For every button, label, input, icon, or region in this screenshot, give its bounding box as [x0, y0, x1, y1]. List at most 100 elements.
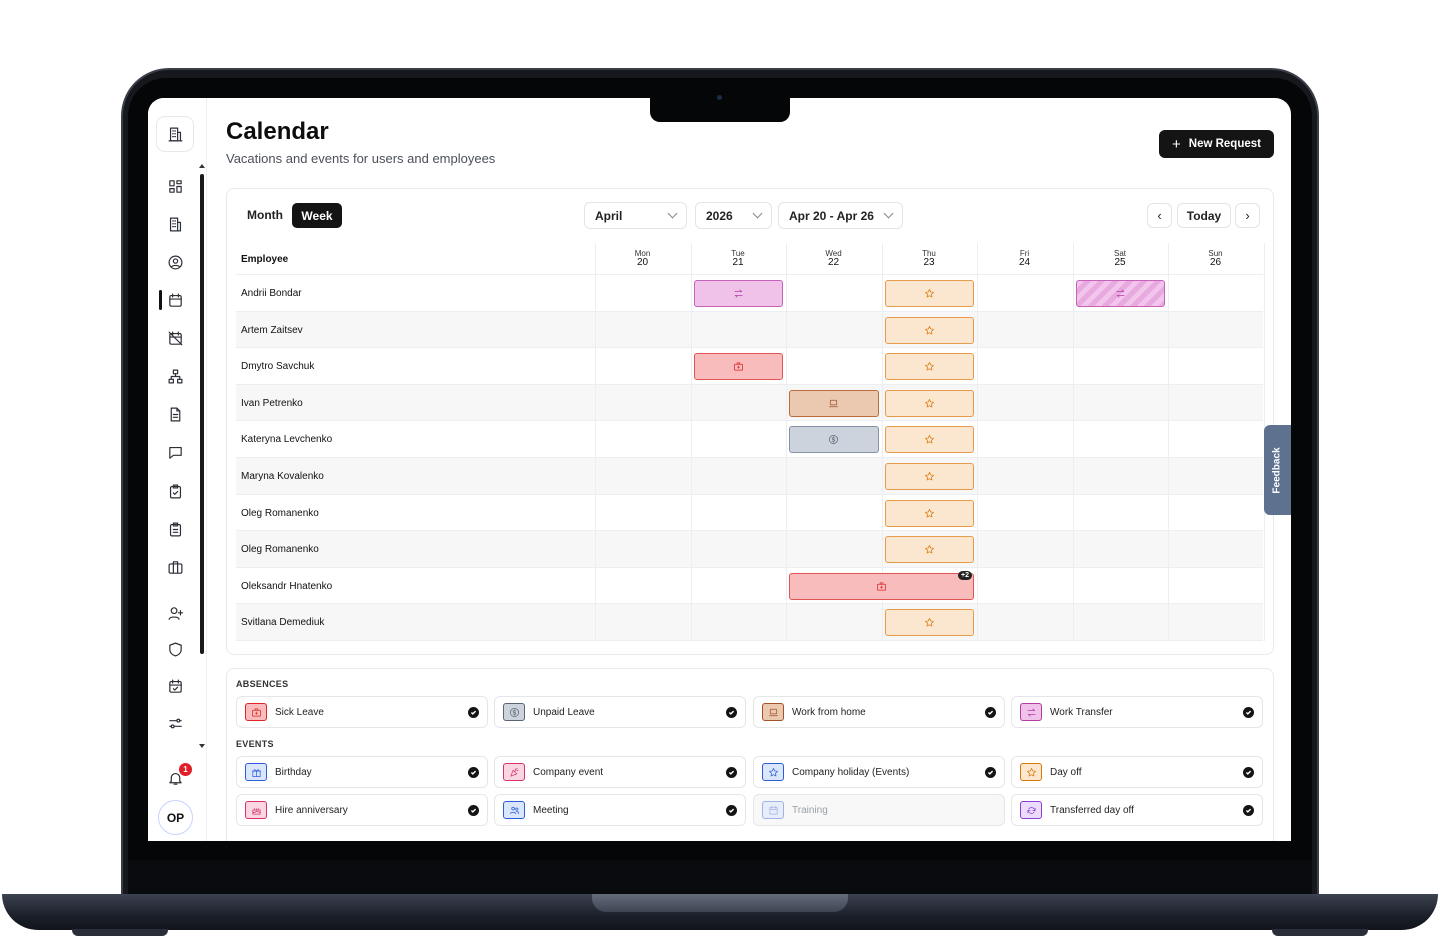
sidebar-item-dashboard[interactable] [163, 174, 187, 198]
check-icon[interactable] [985, 707, 996, 718]
calendar-event-sick[interactable]: +2 [789, 570, 974, 600]
calendar-event-star[interactable] [884, 426, 974, 454]
sidebar-item-tasks[interactable] [163, 479, 187, 503]
view-toggle-month[interactable]: Month [240, 203, 290, 227]
employee-row[interactable]: Oleksandr Hnatenko [236, 568, 1263, 605]
legend-item-event-5[interactable]: Meeting [494, 794, 746, 826]
legend-icon-box [503, 801, 525, 819]
calendar-event-star[interactable] [884, 280, 974, 307]
calendar-event-star[interactable] [884, 609, 974, 637]
legend-item-absence-2[interactable]: Work from home [753, 696, 1005, 728]
sidebar-item-jobs[interactable] [163, 555, 187, 579]
check-icon[interactable] [468, 805, 479, 816]
check-icon[interactable] [1243, 707, 1254, 718]
check-icon[interactable] [726, 805, 737, 816]
grid-rows: Andrii Bondar Artem Zaitsev Dmytro Savchuk… [236, 275, 1263, 641]
check-icon[interactable] [468, 707, 479, 718]
new-request-button[interactable]: + New Request [1159, 130, 1274, 158]
sidebar-item-messages[interactable] [163, 440, 187, 464]
legend-icon-box [762, 763, 784, 781]
employee-row[interactable]: Maryna Kovalenko [236, 457, 1263, 495]
feedback-tab[interactable]: Feedback [1264, 425, 1291, 515]
sidebar-item-settings[interactable] [163, 711, 187, 735]
legend-label: Work Transfer [1050, 706, 1113, 718]
page-subtitle: Vacations and events for users and emplo… [226, 151, 496, 166]
calendar-event-transfer-hatch[interactable] [1075, 280, 1165, 307]
shield-icon [168, 642, 182, 656]
sidebar-item-profile[interactable] [163, 250, 187, 274]
star-icon [1026, 767, 1036, 776]
building-icon [168, 127, 182, 141]
sidebar-item-security[interactable] [163, 637, 187, 661]
next-week-button[interactable]: › [1235, 203, 1260, 228]
legend-item-event-3[interactable]: Day off [1011, 756, 1263, 788]
calendar-event-star[interactable] [884, 463, 974, 490]
employee-column-header: Employee [241, 254, 289, 265]
user-plus-icon [168, 606, 183, 620]
employee-row[interactable]: Kateryna Levchenko [236, 421, 1263, 458]
legend-item-event-7[interactable]: Transferred day off [1011, 794, 1263, 826]
legend-item-absence-1[interactable]: Unpaid Leave [494, 696, 746, 728]
employee-name: Svitlana Demediuk [241, 617, 325, 629]
prev-week-button[interactable]: ‹ [1147, 203, 1172, 228]
sidebar-item-calendar[interactable] [163, 288, 187, 312]
star-icon [924, 472, 934, 481]
scroll-up-arrow[interactable] [199, 164, 205, 168]
employee-row[interactable]: Oleg Romanenko [236, 495, 1263, 532]
employee-row[interactable]: Artem Zaitsev [236, 311, 1263, 349]
week-range-select[interactable]: Apr 20 - Apr 26 [778, 202, 903, 229]
year-select[interactable]: 2026 [695, 202, 772, 229]
check-icon[interactable] [1243, 805, 1254, 816]
month-select[interactable]: April [584, 202, 687, 229]
legend-item-absence-3[interactable]: Work Transfer [1011, 696, 1263, 728]
legend-item-event-1[interactable]: Company event [494, 756, 746, 788]
legend-item-event-2[interactable]: Company holiday (Events) [753, 756, 1005, 788]
calendar-check-icon [168, 679, 182, 693]
transfer-icon [1116, 289, 1125, 298]
legend-icon-box [1020, 763, 1042, 781]
more-events-badge[interactable]: +2 [958, 570, 972, 580]
check-icon[interactable] [726, 767, 737, 778]
user-avatar[interactable]: OP [158, 800, 193, 835]
calendar-event-unpaid[interactable] [789, 426, 879, 454]
today-button[interactable]: Today [1177, 203, 1231, 228]
sidebar-scrollbar[interactable] [200, 174, 204, 654]
company-logo-button[interactable] [156, 116, 194, 152]
calendar-event-transfer[interactable] [693, 280, 783, 307]
sidebar-item-reports[interactable] [163, 517, 187, 541]
view-toggle-week[interactable]: Week [292, 203, 342, 228]
calendar-event-wfh[interactable] [789, 389, 879, 417]
sidebar-item-documents[interactable] [163, 402, 187, 426]
sidebar-item-schedule[interactable] [163, 674, 187, 698]
employee-row[interactable]: Svitlana Demediuk [236, 604, 1263, 641]
calendar-event-star[interactable] [884, 353, 974, 381]
calendar-event-star[interactable] [884, 499, 974, 527]
employee-row[interactable]: Ivan Petrenko [236, 384, 1263, 422]
legend-item-event-4[interactable]: Hire anniversary [236, 794, 488, 826]
calendar-event-sick[interactable] [693, 353, 783, 381]
grid-column-divider [977, 243, 978, 641]
laptop-base-notch [592, 894, 848, 912]
medical-bag-icon [733, 362, 743, 371]
day-date: 26 [1209, 257, 1222, 268]
check-icon[interactable] [726, 707, 737, 718]
sidebar-item-invite-user[interactable] [163, 601, 187, 625]
calendar-event-star[interactable] [884, 536, 974, 564]
check-icon[interactable] [1243, 767, 1254, 778]
check-icon[interactable] [985, 767, 996, 778]
scroll-down-arrow[interactable] [199, 744, 205, 748]
legend-item-event-0[interactable]: Birthday [236, 756, 488, 788]
calendar-event-star[interactable] [884, 316, 974, 344]
day-header-sun: Sun 26 [1168, 249, 1263, 268]
star-icon [924, 325, 934, 334]
check-icon[interactable] [468, 767, 479, 778]
sidebar-item-org-structure[interactable] [163, 364, 187, 388]
star-icon [924, 289, 934, 298]
sidebar-item-absences[interactable] [163, 326, 187, 350]
sidebar-item-company[interactable] [163, 212, 187, 236]
calendar-event-star[interactable] [884, 389, 974, 417]
employee-row[interactable]: Oleg Romanenko [236, 531, 1263, 568]
legend-item-absence-0[interactable]: Sick Leave [236, 696, 488, 728]
legend-item-event-6[interactable]: Training [753, 794, 1005, 826]
document-icon [170, 407, 180, 421]
